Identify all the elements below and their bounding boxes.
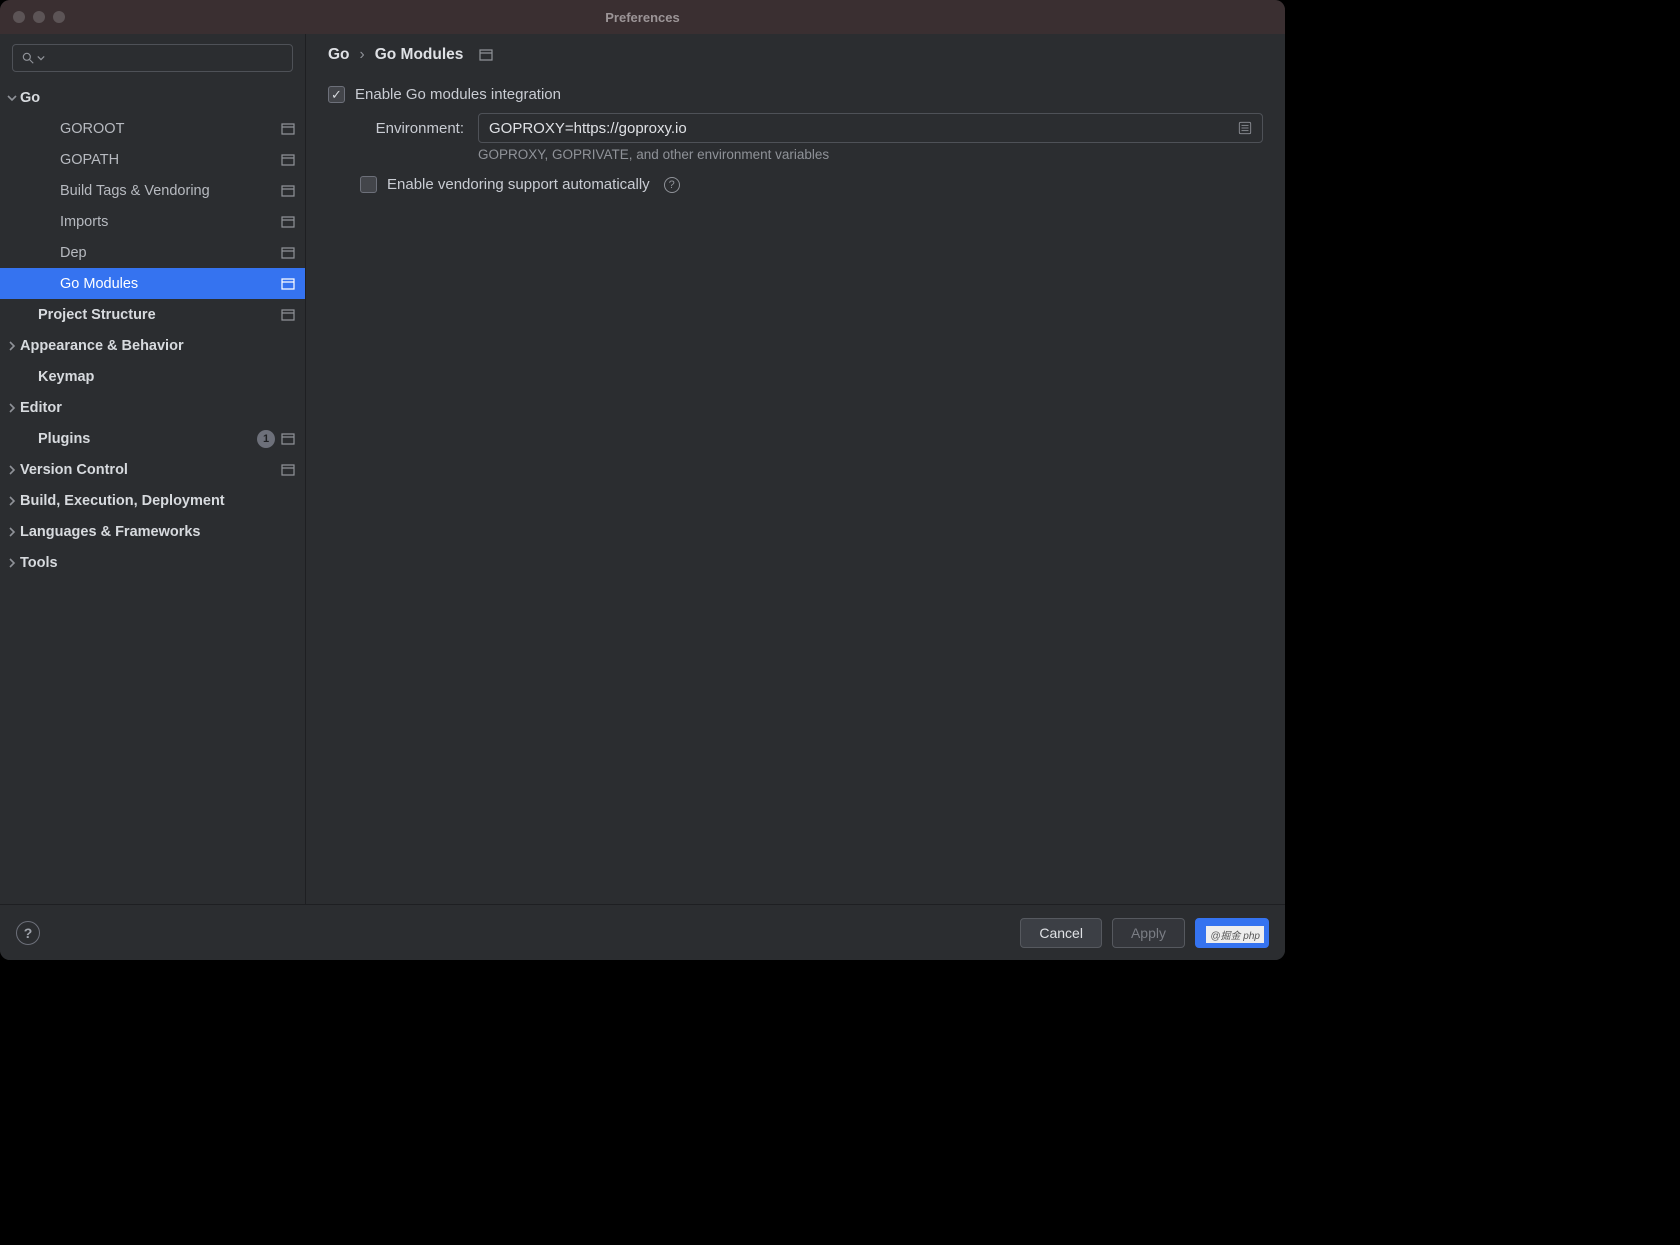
project-scope-icon [281, 185, 295, 197]
apply-button[interactable]: Apply [1112, 918, 1185, 948]
sidebar-item-go[interactable]: Go [0, 82, 305, 113]
project-scope-icon [281, 464, 295, 476]
sidebar-item-label: GOPATH [60, 152, 119, 168]
sidebar-item-languages-frameworks[interactable]: Languages & Frameworks [0, 516, 305, 547]
sidebar-item-appearance-behavior[interactable]: Appearance & Behavior [0, 330, 305, 361]
chevron-right-icon[interactable] [0, 465, 20, 475]
project-scope-icon [281, 433, 295, 445]
sidebar-item-version-control[interactable]: Version Control [0, 454, 305, 485]
sidebar-item-label: Project Structure [38, 307, 156, 323]
chevron-right-icon: › [360, 46, 365, 64]
breadcrumb-root[interactable]: Go [328, 46, 350, 64]
environment-input[interactable]: GOPROXY=https://goproxy.io [478, 113, 1263, 143]
footer: ? Cancel Apply @掘金 php [0, 904, 1285, 960]
environment-hint: GOPROXY, GOPRIVATE, and other environmen… [478, 147, 1263, 162]
chevron-right-icon[interactable] [0, 403, 20, 413]
sidebar-item-imports[interactable]: Imports [0, 206, 305, 237]
sidebar-item-build-execution-deployment[interactable]: Build, Execution, Deployment [0, 485, 305, 516]
vendoring-row[interactable]: Enable vendoring support automatically ? [360, 176, 1263, 193]
project-scope-icon [281, 154, 295, 166]
search-dropdown-icon[interactable] [37, 54, 45, 62]
sidebar-item-label: Dep [60, 245, 87, 261]
environment-value: GOPROXY=https://goproxy.io [489, 120, 1238, 137]
project-scope-icon [281, 123, 295, 135]
project-scope-icon [281, 216, 295, 228]
sidebar-item-goroot[interactable]: GOROOT [0, 113, 305, 144]
settings-tree: Go GOROOT GOPATH Build Tags & Vendoring Impo… [0, 80, 305, 904]
settings-content: Enable Go modules integration Environmen… [306, 72, 1285, 197]
enable-go-modules-checkbox[interactable] [328, 86, 345, 103]
vendoring-label: Enable vendoring support automatically [387, 176, 650, 193]
sidebar-item-label: Build Tags & Vendoring [60, 183, 210, 199]
sidebar-item-project-structure[interactable]: Project Structure [0, 299, 305, 330]
breadcrumb: Go › Go Modules [306, 34, 1285, 72]
enable-go-modules-label: Enable Go modules integration [355, 86, 561, 103]
main-panel: Go › Go Modules Enable Go modules integr… [306, 34, 1285, 904]
body-area: Go GOROOT GOPATH Build Tags & Vendoring Impo… [0, 34, 1285, 904]
footer-help-button[interactable]: ? [16, 921, 40, 945]
help-icon[interactable]: ? [664, 177, 680, 193]
chevron-down-icon[interactable] [0, 93, 20, 103]
environment-row: Environment: GOPROXY=https://goproxy.io [360, 113, 1263, 143]
sidebar: Go GOROOT GOPATH Build Tags & Vendoring Impo… [0, 34, 306, 904]
chevron-right-icon[interactable] [0, 558, 20, 568]
sidebar-item-label: Plugins [38, 431, 90, 447]
sidebar-item-gopath[interactable]: GOPATH [0, 144, 305, 175]
sidebar-item-editor[interactable]: Editor [0, 392, 305, 423]
sidebar-item-label: Tools [20, 555, 58, 571]
watermark: @掘金 php [1206, 926, 1264, 943]
window-title: Preferences [0, 10, 1285, 25]
titlebar: Preferences [0, 0, 1285, 34]
ok-button[interactable]: @掘金 php [1195, 918, 1269, 948]
project-scope-icon [479, 49, 493, 61]
sidebar-item-label: Imports [60, 214, 108, 230]
project-scope-icon [281, 278, 295, 290]
sidebar-item-plugins[interactable]: Plugins 1 [0, 423, 305, 454]
sidebar-item-label: Appearance & Behavior [20, 338, 184, 354]
chevron-right-icon[interactable] [0, 496, 20, 506]
environment-label: Environment: [360, 120, 464, 137]
sidebar-item-label: Go Modules [60, 276, 138, 292]
cancel-button[interactable]: Cancel [1020, 918, 1102, 948]
search-field[interactable] [47, 51, 284, 66]
sidebar-item-keymap[interactable]: Keymap [0, 361, 305, 392]
sidebar-item-label: Version Control [20, 462, 128, 478]
sidebar-item-go-modules[interactable]: Go Modules [0, 268, 305, 299]
sidebar-item-label: Languages & Frameworks [20, 524, 201, 540]
update-badge: 1 [257, 430, 275, 448]
chevron-right-icon[interactable] [0, 341, 20, 351]
project-scope-icon [281, 247, 295, 259]
chevron-right-icon[interactable] [0, 527, 20, 537]
expand-env-icon[interactable] [1238, 121, 1252, 135]
sidebar-item-build-tags-vendoring[interactable]: Build Tags & Vendoring [0, 175, 305, 206]
sidebar-item-dep[interactable]: Dep [0, 237, 305, 268]
vendoring-checkbox[interactable] [360, 176, 377, 193]
preferences-window: Preferences Go GOROOT GOPATH Build Tags & V… [0, 0, 1285, 960]
breadcrumb-leaf: Go Modules [375, 46, 464, 64]
sidebar-item-label: Editor [20, 400, 62, 416]
sidebar-item-tools[interactable]: Tools [0, 547, 305, 578]
sidebar-item-label: Build, Execution, Deployment [20, 493, 225, 509]
sidebar-item-label: GOROOT [60, 121, 124, 137]
sidebar-item-label: Keymap [38, 369, 94, 385]
sidebar-item-label: Go [20, 90, 40, 106]
enable-go-modules-row[interactable]: Enable Go modules integration [328, 86, 1263, 103]
project-scope-icon [281, 309, 295, 321]
search-input[interactable] [12, 44, 293, 72]
search-icon [21, 51, 35, 65]
